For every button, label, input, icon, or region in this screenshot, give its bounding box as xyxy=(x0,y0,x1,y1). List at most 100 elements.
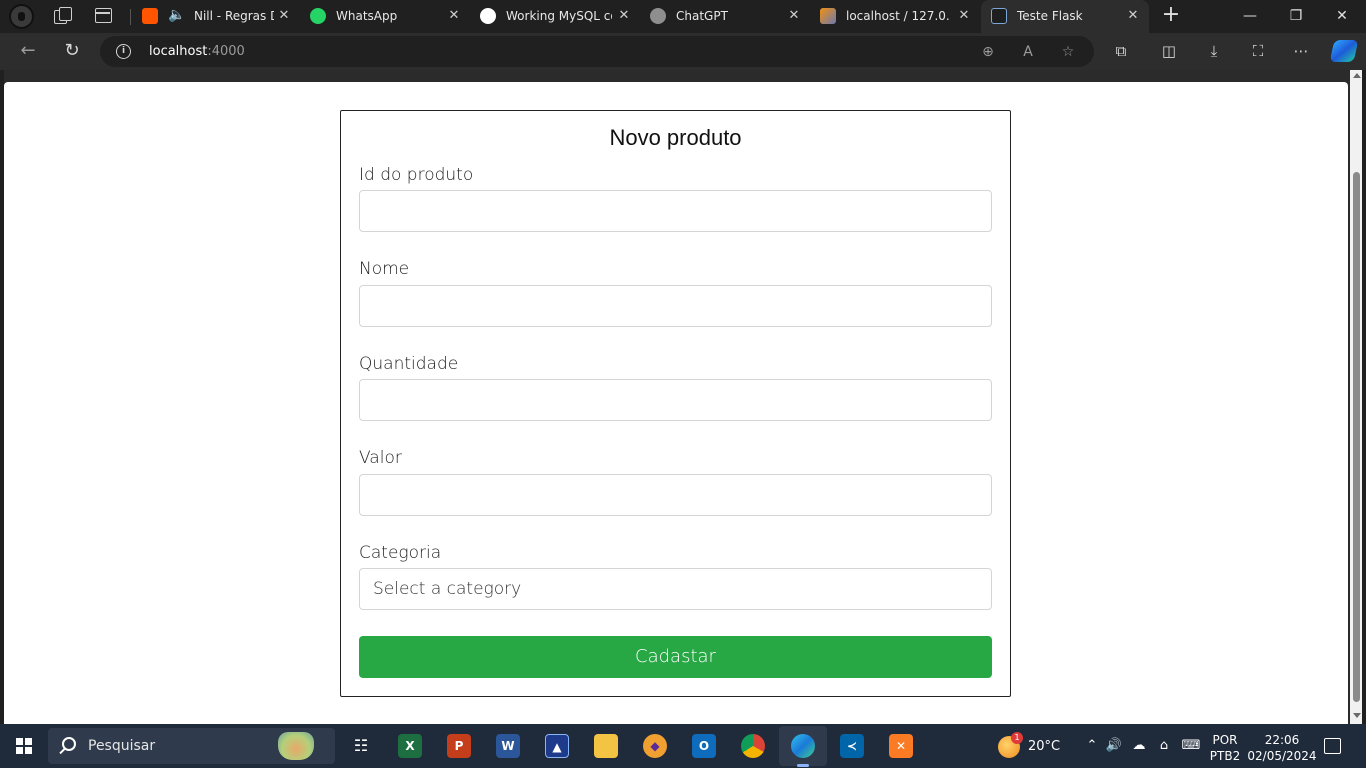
tab-whatsapp[interactable]: WhatsApp ✕ xyxy=(300,0,470,33)
chrome-icon[interactable] xyxy=(741,734,765,758)
file-explorer-icon[interactable] xyxy=(594,734,618,758)
browser-toolbar: ← ↻ i localhost:4000 ⊕ A ☆ ⧉ ◫ ⤓ ⛶ ⋯ xyxy=(0,33,1366,70)
search-highlight-illustration xyxy=(278,732,314,760)
more-menu-icon[interactable]: ⋯ xyxy=(1290,40,1312,62)
product-form: Novo produto Id do produto Nome Quantida… xyxy=(340,110,1011,697)
powerpoint-icon[interactable]: P xyxy=(447,734,471,758)
word-icon[interactable]: W xyxy=(496,734,520,758)
profile-avatar[interactable] xyxy=(9,4,34,29)
url-text[interactable]: localhost:4000 xyxy=(149,44,245,59)
quantity-input[interactable] xyxy=(359,379,992,421)
site-info-icon[interactable]: i xyxy=(116,44,131,59)
tab-close-icon[interactable]: ✕ xyxy=(956,8,972,24)
name-input[interactable] xyxy=(359,285,992,327)
xampp-icon[interactable]: ✕ xyxy=(889,734,913,758)
refresh-icon[interactable]: ↻ xyxy=(60,40,84,64)
weather-icon[interactable]: 1 xyxy=(998,732,1023,758)
speaker-icon[interactable]: 🔈 xyxy=(168,7,185,23)
value-label: Valor xyxy=(359,448,402,468)
windows-taskbar: Pesquisar ☷ X P W ▲ ◆ O ≺ ✕ 1 20°C ⌃ 🔊 ☁… xyxy=(0,724,1366,768)
weather-badge: 1 xyxy=(1011,732,1023,744)
tab-soundcloud[interactable]: 🔈 Nill - Regras Da ✕ xyxy=(132,0,300,33)
clock-time[interactable]: 22:06 xyxy=(1246,733,1318,747)
name-label: Nome xyxy=(359,259,410,279)
brave-icon[interactable]: ◆ xyxy=(643,734,667,758)
tab-close-icon[interactable]: ✕ xyxy=(786,8,802,24)
keyboard-icon[interactable]: ⌨ xyxy=(1180,738,1202,754)
product-id-label: Id do produto xyxy=(359,165,474,185)
search-placeholder: Pesquisar xyxy=(88,738,156,754)
vertical-tabs-icon[interactable] xyxy=(94,6,114,26)
extensions-icon[interactable]: ⧉ xyxy=(1110,40,1132,62)
tab-close-icon[interactable]: ✕ xyxy=(1125,8,1141,24)
network-icon[interactable]: ⌂ xyxy=(1155,738,1173,754)
browser-tab-strip: 🔈 Nill - Regras Da ✕ WhatsApp ✕ Working … xyxy=(0,0,1366,33)
tab-close-icon[interactable]: ✕ xyxy=(616,8,632,24)
category-selected-text: Select a category xyxy=(373,579,522,599)
page-scrollbar[interactable] xyxy=(1350,70,1362,724)
url-port: :4000 xyxy=(207,44,245,59)
chevron-up-icon[interactable]: ⌃ xyxy=(1083,738,1101,754)
back-arrow-icon[interactable]: ← xyxy=(16,40,40,64)
category-label: Categoria xyxy=(359,543,442,563)
browser-viewport: Novo produto Id do produto Nome Quantida… xyxy=(4,70,1362,724)
new-tab-button[interactable]: + xyxy=(1160,4,1182,27)
screenshot-icon[interactable]: ⛶ xyxy=(1247,40,1269,62)
vscode-icon[interactable]: ≺ xyxy=(840,734,864,758)
notifications-icon[interactable] xyxy=(1324,738,1341,754)
close-window-icon[interactable]: ✕ xyxy=(1330,4,1354,28)
product-id-input[interactable] xyxy=(359,190,992,232)
restore-icon[interactable]: ❐ xyxy=(1284,4,1308,28)
keyboard-layout[interactable]: PTB2 xyxy=(1208,749,1242,763)
scrollbar-thumb[interactable] xyxy=(1353,172,1360,702)
tab-title: Teste Flask xyxy=(1017,9,1083,23)
tab-close-icon[interactable]: ✕ xyxy=(446,8,462,24)
category-select[interactable]: Select a category xyxy=(359,568,992,610)
tab-chatgpt[interactable]: ChatGPT ✕ xyxy=(640,0,810,33)
minimize-icon[interactable]: — xyxy=(1238,4,1262,28)
favorite-star-icon[interactable]: ☆ xyxy=(1058,42,1078,62)
tab-github[interactable]: Working MySQL cor ✕ xyxy=(470,0,640,33)
task-view-icon[interactable]: ☷ xyxy=(349,734,373,758)
github-icon xyxy=(480,8,496,24)
onedrive-cloud-icon[interactable]: ☁ xyxy=(1130,738,1148,754)
edge-icon[interactable] xyxy=(791,734,815,767)
tab-teste-flask[interactable]: Teste Flask ✕ xyxy=(981,0,1149,33)
form-title: Novo produto xyxy=(609,125,742,150)
outlook-icon[interactable]: O xyxy=(692,734,716,758)
terminal-icon xyxy=(991,8,1007,24)
tab-title: localhost / 127.0.0.1 xyxy=(846,9,950,23)
tab-close-icon[interactable]: ✕ xyxy=(276,8,292,24)
tab-separator xyxy=(130,9,131,25)
scroll-down-arrow-icon[interactable] xyxy=(1353,713,1361,718)
split-screen-icon[interactable]: ◫ xyxy=(1158,40,1180,62)
zoom-icon[interactable]: ⊕ xyxy=(978,42,998,62)
chatgpt-icon xyxy=(650,8,666,24)
tab-title: Working MySQL cor xyxy=(506,9,612,23)
whatsapp-icon xyxy=(310,8,326,24)
phpmyadmin-icon xyxy=(820,8,836,24)
workspaces-icon[interactable] xyxy=(52,6,72,26)
windows-start-icon[interactable] xyxy=(16,738,32,754)
downloads-icon[interactable]: ⤓ xyxy=(1203,40,1225,62)
soundcloud-icon xyxy=(142,8,158,24)
taskbar-search[interactable]: Pesquisar xyxy=(48,728,335,764)
tab-title: ChatGPT xyxy=(676,9,728,23)
weather-temperature[interactable]: 20°C xyxy=(1028,739,1060,754)
quantity-label: Quantidade xyxy=(359,354,459,374)
azure-data-studio-icon[interactable]: ▲ xyxy=(545,734,569,758)
language-code[interactable]: POR xyxy=(1208,733,1242,747)
page-body: Novo produto Id do produto Nome Quantida… xyxy=(4,82,1348,724)
value-input[interactable] xyxy=(359,474,992,516)
search-icon xyxy=(62,737,76,751)
volume-icon[interactable]: 🔊 xyxy=(1105,738,1123,754)
read-aloud-icon[interactable]: A xyxy=(1018,42,1038,62)
address-bar[interactable]: i localhost:4000 ⊕ A ☆ xyxy=(100,36,1094,67)
clock-date[interactable]: 02/05/2024 xyxy=(1246,749,1318,763)
submit-button[interactable]: Cadastar xyxy=(359,636,992,678)
tab-title: Nill - Regras Da xyxy=(194,9,274,23)
scroll-up-arrow-icon[interactable] xyxy=(1353,73,1361,78)
tab-phpmyadmin[interactable]: localhost / 127.0.0.1 ✕ xyxy=(810,0,980,33)
excel-icon[interactable]: X xyxy=(398,734,422,758)
url-host: localhost xyxy=(149,44,208,59)
